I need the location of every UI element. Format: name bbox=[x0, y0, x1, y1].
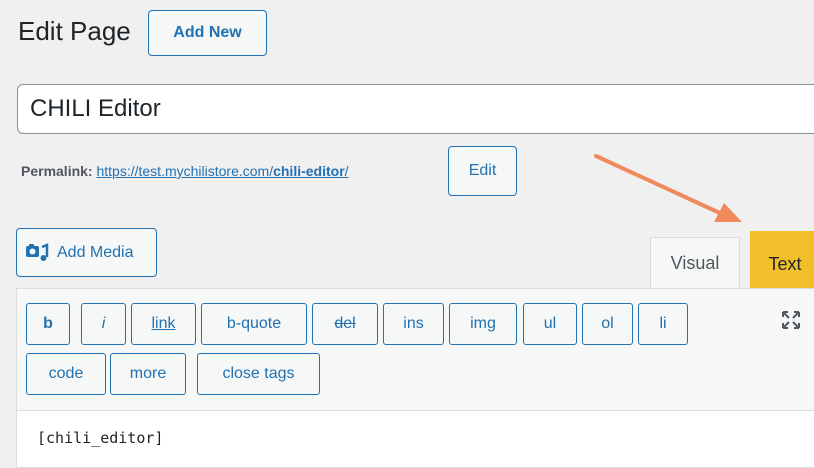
permalink-link[interactable]: https://test.mychilistore.com/chili-edit… bbox=[96, 163, 348, 179]
code-button[interactable]: code bbox=[26, 353, 106, 395]
tab-visual[interactable]: Visual bbox=[650, 237, 740, 288]
quicktags-toolbar: b i link b-quote del ins img ul ol li co… bbox=[17, 289, 814, 411]
fullscreen-icon[interactable] bbox=[780, 309, 802, 331]
add-media-button[interactable]: Add Media bbox=[16, 228, 157, 277]
link-button[interactable]: link bbox=[131, 303, 196, 345]
permalink-slash: / bbox=[344, 163, 349, 179]
more-button[interactable]: more bbox=[110, 353, 186, 395]
ins-button[interactable]: ins bbox=[383, 303, 444, 345]
permalink-edit-button[interactable]: Edit bbox=[448, 146, 517, 196]
img-button[interactable]: img bbox=[449, 303, 517, 345]
add-media-label: Add Media bbox=[57, 243, 134, 261]
permalink-slug: chili-editor bbox=[273, 163, 345, 179]
post-title-input[interactable]: CHILI Editor bbox=[17, 84, 814, 134]
add-new-button[interactable]: Add New bbox=[148, 10, 267, 56]
editor-content[interactable]: [chili_editor] bbox=[37, 429, 163, 447]
italic-button[interactable]: i bbox=[81, 303, 126, 345]
ol-button[interactable]: ol bbox=[582, 303, 633, 345]
close-tags-button[interactable]: close tags bbox=[197, 353, 320, 395]
del-button[interactable]: del bbox=[312, 303, 378, 345]
page-title: Edit Page bbox=[18, 16, 131, 46]
permalink-base: https://test.mychilistore.com/ bbox=[96, 163, 274, 179]
li-button[interactable]: li bbox=[638, 303, 688, 345]
blockquote-button[interactable]: b-quote bbox=[201, 303, 307, 345]
bold-button[interactable]: b bbox=[26, 303, 70, 345]
media-icon bbox=[25, 241, 49, 265]
ul-button[interactable]: ul bbox=[523, 303, 577, 345]
permalink: Permalink: https://test.mychilistore.com… bbox=[21, 163, 349, 179]
tab-text[interactable]: Text bbox=[750, 231, 814, 293]
permalink-label: Permalink: bbox=[21, 163, 93, 179]
text-editor: b i link b-quote del ins img ul ol li co… bbox=[16, 288, 814, 468]
